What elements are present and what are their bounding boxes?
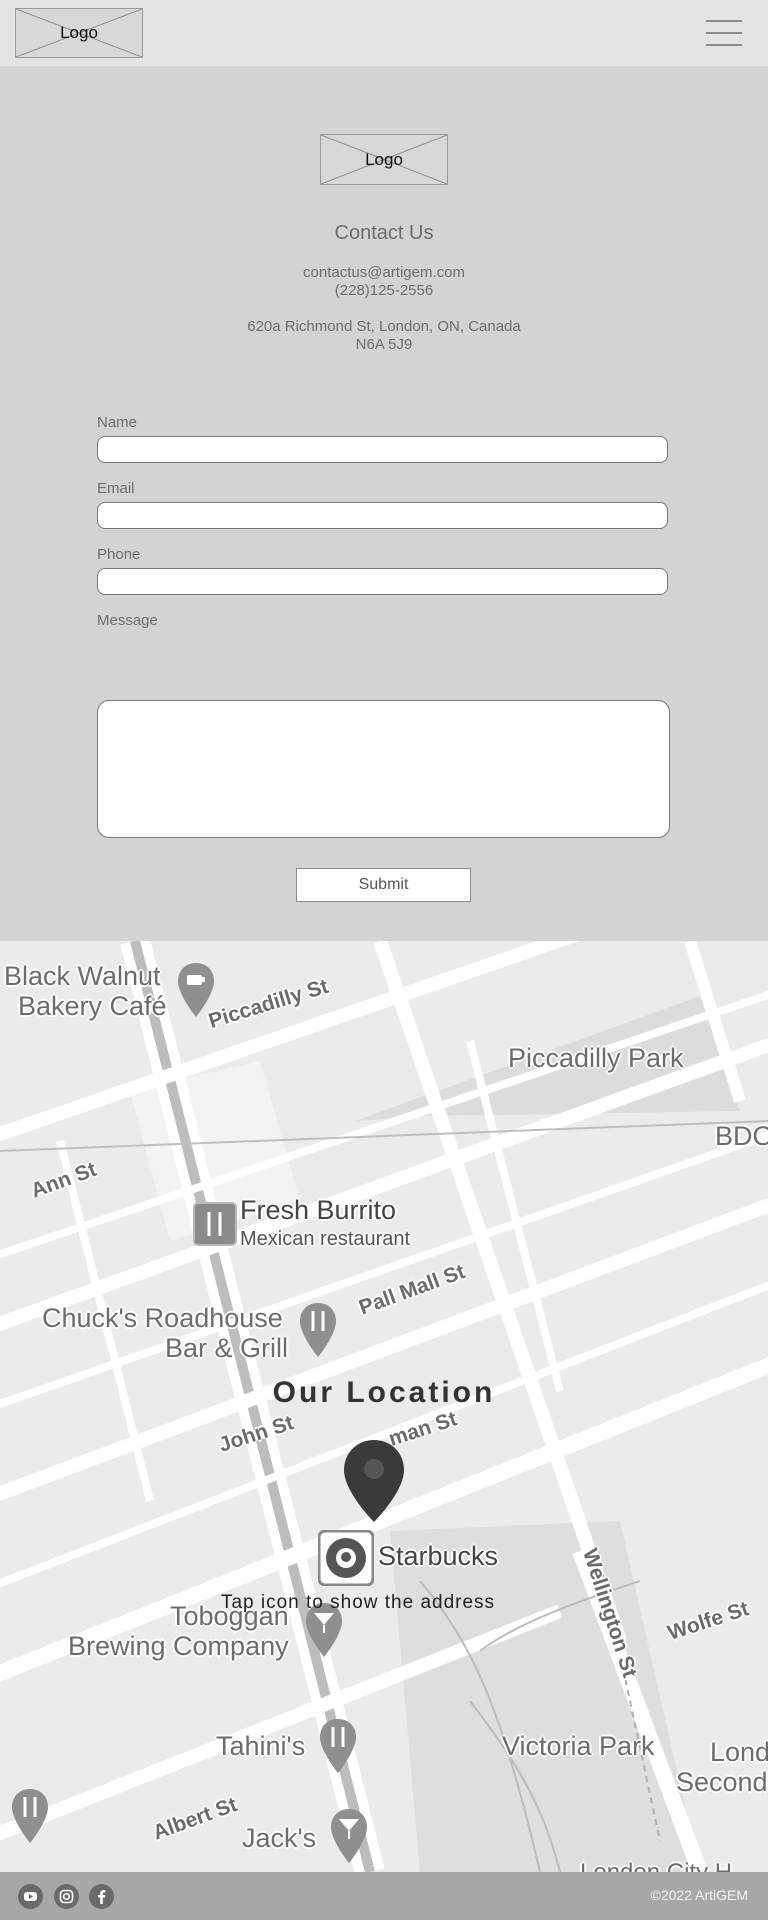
place-fresh-burrito: Fresh Burrito [240,1195,397,1225]
restaurant-pin-icon[interactable] [318,1717,358,1775]
restaurant-pin-icon[interactable] [298,1301,338,1359]
place-black-walnut: Black Walnut [4,961,161,991]
copyright-text: ©2022 ArtiGEM [650,1887,748,1903]
place-chucks: Chuck's Roadhouse [42,1303,283,1333]
place-bdo: BDO [715,1121,768,1151]
contact-title: Contact Us [334,222,434,244]
header-logo-label: Logo [60,23,98,42]
name-field[interactable] [97,436,668,463]
message-label: Message [97,612,158,629]
place-london-second-2: Second [676,1767,768,1797]
hamburger-menu-icon[interactable] [706,20,742,46]
map-heading: Our Location [272,1376,496,1409]
place-piccadilly-park: Piccadilly Park [508,1043,684,1073]
place-tahinis: Tahini's [216,1731,306,1761]
header-logo[interactable]: Logo [15,8,143,58]
contact-address-line1: 620a Richmond St, London, ON, Canada [247,318,521,335]
contact-phone[interactable]: (228)125-2556 [0,282,768,300]
place-chucks-2: Bar & Grill [165,1333,289,1363]
phone-field[interactable] [97,568,668,595]
place-jacks: Jack's [242,1823,317,1853]
name-label: Name [97,414,138,431]
place-fresh-burrito-sub: Mexican restaurant [240,1228,411,1250]
cafe-pin-icon[interactable] [176,961,216,1019]
bar-pin-icon[interactable] [329,1807,369,1865]
email-field[interactable] [97,502,668,529]
instagram-icon[interactable] [54,1884,79,1909]
place-starbucks[interactable]: Starbucks [378,1541,498,1572]
starbucks-logo-icon[interactable] [318,1530,374,1586]
place-black-walnut-2: Bakery Café [18,991,167,1021]
map-hint: Tap icon to show the address [220,1592,496,1613]
youtube-icon[interactable] [18,1884,43,1909]
restaurant-icon[interactable] [193,1202,237,1246]
phone-label: Phone [97,546,141,563]
contact-section: Logo Contact Us contactus@artigem.com (2… [0,66,768,962]
place-london-second: Lond [710,1737,768,1767]
place-toboggan-2: Brewing Company [68,1631,289,1661]
top-header: Logo [0,0,768,66]
contact-logo: Logo [320,134,448,185]
place-victoria-park: Victoria Park [502,1731,655,1761]
facebook-icon[interactable] [89,1884,114,1909]
restaurant-pin-icon[interactable] [10,1787,50,1845]
message-field[interactable] [97,700,670,838]
contact-email[interactable]: contactus@artigem.com [0,264,768,282]
contact-logo-label: Logo [365,149,403,169]
place-london-city: London City H [580,1859,732,1872]
footer: ©2022 ArtiGEM [0,1872,768,1920]
email-label: Email [97,480,135,497]
location-pin-icon[interactable] [342,1438,406,1524]
contact-address-line2: N6A 5J9 [355,336,413,353]
submit-button[interactable]: Submit [296,868,471,902]
